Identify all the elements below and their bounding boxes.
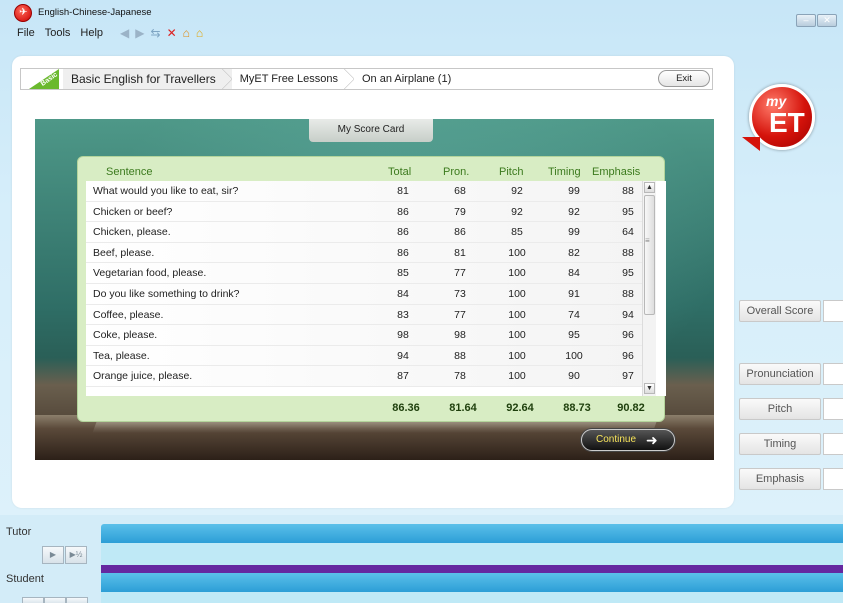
refresh-icon[interactable]: ⇆ bbox=[151, 27, 161, 39]
scroll-up-icon[interactable]: ▲ bbox=[644, 182, 655, 193]
table-row[interactable]: Coke, please. 98 98 100 95 96 bbox=[86, 325, 646, 346]
back-icon[interactable]: ◀ bbox=[120, 27, 129, 39]
pitch-value bbox=[823, 398, 843, 420]
score-table-body: What would you like to eat, sir? 81 68 9… bbox=[86, 181, 666, 396]
menu-tools[interactable]: Tools bbox=[40, 27, 76, 39]
score-table-header: Sentence Total Pron. Pitch Timing Emphas… bbox=[78, 163, 666, 181]
header-emphasis: Emphasis bbox=[592, 166, 641, 178]
table-row[interactable]: Orange juice, please. 87 78 100 90 97 bbox=[86, 366, 646, 387]
tutor-half-speed-button[interactable]: ▶½ bbox=[65, 546, 87, 564]
table-row[interactable]: Beef, please. 86 81 100 82 88 bbox=[86, 242, 646, 264]
close-button[interactable]: ✕ bbox=[817, 14, 837, 27]
track-divider bbox=[101, 565, 843, 573]
home-icon[interactable]: ⌂ bbox=[183, 27, 190, 39]
menu-file[interactable]: File bbox=[12, 27, 40, 39]
header-timing: Timing bbox=[548, 166, 581, 178]
emphasis-value bbox=[823, 468, 843, 490]
table-row[interactable]: Chicken or beef? 86 79 92 92 95 bbox=[86, 201, 646, 223]
basic-level-badge: Basic bbox=[21, 69, 63, 89]
student-compare-button[interactable] bbox=[66, 597, 88, 603]
average-pitch: 92.64 bbox=[506, 402, 534, 414]
student-label: Student bbox=[6, 573, 44, 585]
student-waveform-track[interactable] bbox=[101, 573, 843, 592]
myet-logo: my ET bbox=[742, 84, 815, 151]
tutor-waveform-track[interactable] bbox=[101, 524, 843, 543]
table-row[interactable]: Coffee, please. 83 77 100 74 94 bbox=[86, 304, 646, 326]
table-row[interactable]: Chicken, please. 86 86 85 99 64 bbox=[86, 222, 646, 243]
window-controls: – ✕ bbox=[796, 14, 837, 27]
average-emphasis: 90.82 bbox=[617, 402, 645, 414]
stop-icon[interactable]: ✕ bbox=[167, 27, 177, 39]
tutor-play-button[interactable]: ▶ bbox=[42, 546, 64, 564]
tutor-pitch-track bbox=[101, 543, 843, 565]
student-play-button[interactable] bbox=[44, 597, 66, 603]
breadcrumb: Basic Basic English for Travellers MyET … bbox=[20, 68, 713, 90]
table-row[interactable]: Do you like something to drink? 84 73 10… bbox=[86, 284, 646, 305]
table-row[interactable]: Tea, please. 94 88 100 100 96 bbox=[86, 345, 646, 367]
scroll-grip-icon: ≡ bbox=[645, 236, 650, 245]
minimize-button[interactable]: – bbox=[796, 14, 816, 27]
app-icon bbox=[14, 4, 32, 22]
emphasis-button[interactable]: Emphasis bbox=[739, 468, 821, 490]
timing-button[interactable]: Timing bbox=[739, 433, 821, 455]
forward-icon[interactable]: ▶ bbox=[135, 27, 144, 39]
window-title: English-Chinese-Japanese bbox=[38, 7, 152, 18]
pronunciation-button[interactable]: Pronunciation bbox=[739, 363, 821, 385]
menu-bar: File Tools Help ◀ ▶ ⇆ ✕ ⌂ ⌂ bbox=[12, 27, 203, 39]
average-pron: 81.64 bbox=[449, 402, 477, 414]
student-pitch-track bbox=[101, 592, 843, 603]
header-sentence: Sentence bbox=[106, 166, 153, 178]
header-pitch: Pitch bbox=[499, 166, 524, 178]
toolbar: ◀ ▶ ⇆ ✕ ⌂ ⌂ bbox=[120, 27, 203, 39]
home-alt-icon[interactable]: ⌂ bbox=[196, 27, 203, 39]
pitch-button[interactable]: Pitch bbox=[739, 398, 821, 420]
continue-button[interactable]: Continue ➜ bbox=[581, 429, 675, 451]
table-scrollbar[interactable]: ▲ ≡ ▼ bbox=[642, 181, 656, 396]
timing-value bbox=[823, 433, 843, 455]
arrow-right-icon: ➜ bbox=[646, 432, 658, 448]
overall-score-value bbox=[823, 300, 843, 322]
pronunciation-value bbox=[823, 363, 843, 385]
header-total: Total bbox=[388, 166, 412, 178]
scroll-thumb[interactable] bbox=[644, 195, 655, 315]
student-record-button[interactable] bbox=[22, 597, 44, 603]
table-row[interactable]: Vegetarian food, please. 85 77 100 84 95 bbox=[86, 263, 646, 284]
average-total: 86.36 bbox=[392, 402, 420, 414]
score-card: Sentence Total Pron. Pitch Timing Emphas… bbox=[77, 156, 666, 422]
breadcrumb-course[interactable]: Basic English for Travellers bbox=[63, 69, 232, 89]
header-pron: Pron. bbox=[443, 166, 470, 178]
overall-score-button[interactable]: Overall Score bbox=[739, 300, 821, 322]
exit-button[interactable]: Exit bbox=[658, 70, 710, 87]
breadcrumb-lesson: On an Airplane (1) bbox=[361, 73, 452, 85]
menu-help[interactable]: Help bbox=[75, 27, 108, 39]
tutor-label: Tutor bbox=[6, 526, 32, 538]
scroll-down-icon[interactable]: ▼ bbox=[644, 383, 655, 394]
table-row[interactable]: What would you like to eat, sir? 81 68 9… bbox=[86, 181, 646, 202]
continue-label: Continue bbox=[596, 434, 637, 445]
score-card-tab: My Score Card bbox=[309, 119, 433, 142]
average-timing: 88.73 bbox=[563, 402, 591, 414]
breadcrumb-lessons[interactable]: MyET Free Lessons bbox=[232, 69, 355, 89]
